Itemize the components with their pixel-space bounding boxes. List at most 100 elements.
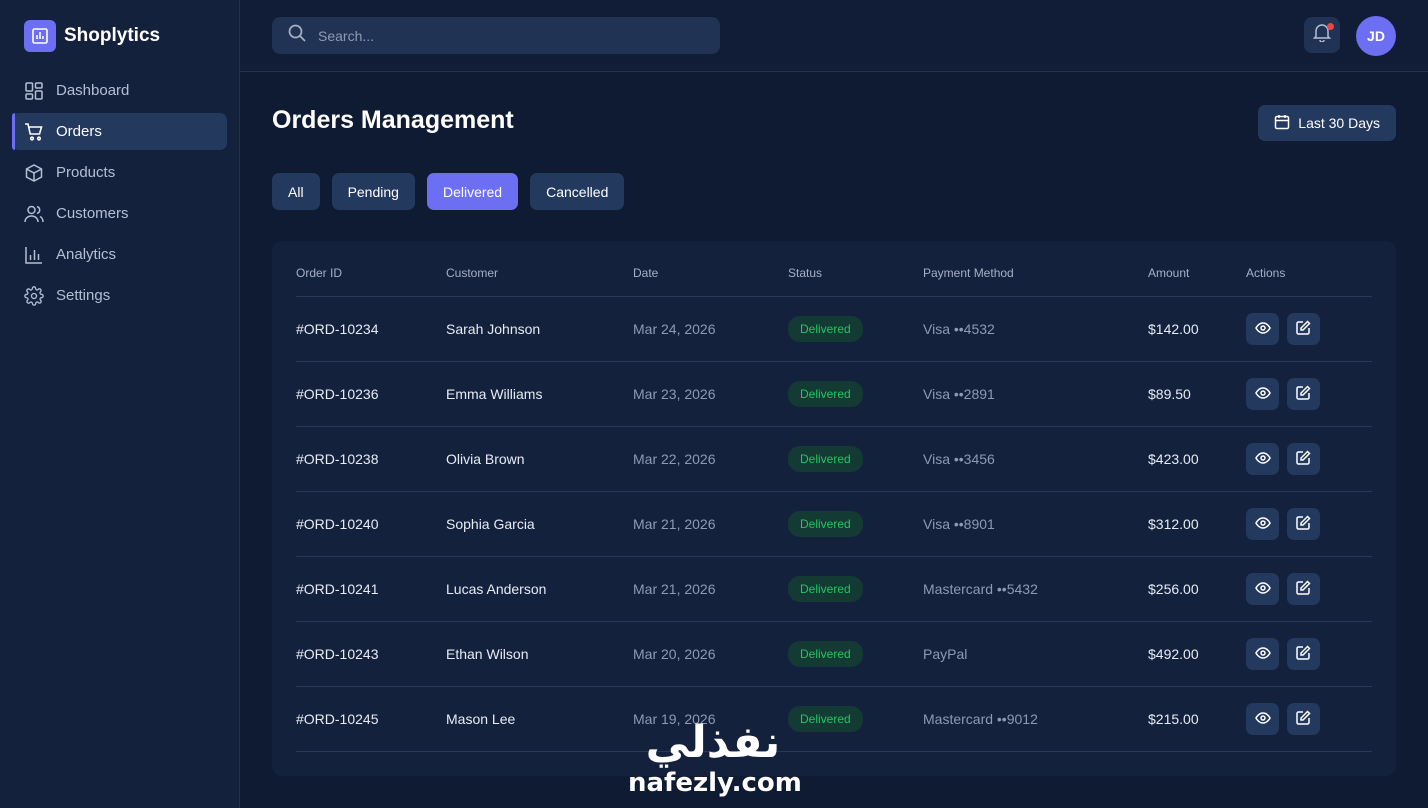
column-header-customer: Customer (446, 251, 633, 297)
table-row[interactable]: #ORD-10240 Sophia Garcia Mar 21, 2026 Deliv… (296, 491, 1372, 557)
column-header-date: Date (633, 251, 788, 297)
view-order-button[interactable] (1246, 637, 1279, 670)
customer-name: Sarah Johnson (446, 296, 633, 362)
avatar[interactable]: JD (1356, 16, 1396, 56)
order-id: #ORD-10240 (296, 491, 446, 557)
brand-name: Shoplytics (64, 25, 161, 46)
order-amount: $256.00 (1148, 556, 1246, 622)
orders-table-card: Order ID Customer Date Status Payment Me… (272, 241, 1396, 776)
order-amount: $423.00 (1148, 426, 1246, 492)
order-id: #ORD-10234 (296, 296, 446, 362)
order-id: #ORD-10243 (296, 621, 446, 687)
order-date: Mar 21, 2026 (633, 491, 788, 557)
sidebar-nav: Dashboard Orders Products Customers Anal… (12, 72, 227, 318)
order-date: Mar 22, 2026 (633, 426, 788, 492)
order-date: Mar 23, 2026 (633, 361, 788, 427)
status-cell: Delivered (788, 621, 923, 687)
table-row[interactable]: #ORD-10236 Emma Williams Mar 23, 2026 Deliv… (296, 361, 1372, 427)
payment-method: Mastercard ••5432 (923, 556, 1148, 622)
sidebar-item-products[interactable]: Products (12, 154, 227, 191)
column-header-status: Status (788, 251, 923, 297)
edit-icon (1296, 644, 1311, 663)
eye-icon (1254, 386, 1271, 402)
notifications-button[interactable] (1304, 17, 1340, 53)
view-order-button[interactable] (1246, 442, 1279, 475)
sidebar-item-customers[interactable]: Customers (12, 195, 227, 232)
view-order-button[interactable] (1246, 572, 1279, 605)
status-badge: Delivered (788, 575, 863, 602)
view-order-button[interactable] (1246, 702, 1279, 735)
customer-name: Olivia Brown (446, 426, 633, 492)
gear-icon (24, 285, 44, 306)
status-cell: Delivered (788, 296, 923, 362)
payment-method: PayPal (923, 621, 1148, 687)
chart-icon (24, 245, 44, 265)
edit-order-button[interactable] (1287, 702, 1320, 735)
actions-cell (1246, 296, 1372, 362)
table-row[interactable]: #ORD-10234 Sarah Johnson Mar 24, 2026 Deliv… (296, 296, 1372, 362)
table-row[interactable]: #ORD-10245 Mason Lee Mar 19, 2026 Delivered… (296, 686, 1372, 752)
column-header-payment: Payment Method (923, 251, 1148, 297)
brand[interactable]: Shoplytics (24, 20, 160, 52)
view-order-button[interactable] (1246, 507, 1279, 540)
eye-icon (1254, 516, 1271, 532)
edit-icon (1296, 579, 1311, 598)
topbar: JD (240, 0, 1428, 72)
status-cell: Delivered (788, 686, 923, 752)
notification-dot (1327, 23, 1334, 30)
order-id: #ORD-10236 (296, 361, 446, 427)
order-amount: $215.00 (1148, 686, 1246, 752)
search-input[interactable] (318, 27, 698, 44)
sidebar-item-orders[interactable]: Orders (12, 113, 227, 150)
view-order-button[interactable] (1246, 312, 1279, 345)
order-id: #ORD-10238 (296, 426, 446, 492)
sidebar-item-dashboard[interactable]: Dashboard (12, 72, 227, 109)
status-badge: Delivered (788, 380, 863, 407)
customer-name: Emma Williams (446, 361, 633, 427)
table-row[interactable]: #ORD-10238 Olivia Brown Mar 22, 2026 Delive… (296, 426, 1372, 492)
status-badge: Delivered (788, 445, 863, 472)
actions-cell (1246, 491, 1372, 557)
filter-all[interactable]: All (272, 173, 320, 210)
sidebar: Shoplytics Dashboard Orders Products Cus… (0, 0, 240, 808)
edit-order-button[interactable] (1287, 442, 1320, 475)
orders-table: Order ID Customer Date Status Payment Me… (296, 251, 1372, 752)
order-date: Mar 24, 2026 (633, 296, 788, 362)
edit-icon (1296, 449, 1311, 468)
sidebar-item-label: Products (56, 164, 116, 181)
customer-name: Ethan Wilson (446, 621, 633, 687)
filter-pending[interactable]: Pending (331, 173, 415, 210)
table-row[interactable]: #ORD-10241 Lucas Anderson Mar 21, 2026 Deli… (296, 556, 1372, 622)
status-badge: Delivered (788, 640, 863, 667)
eye-icon (1254, 711, 1271, 727)
search-box[interactable] (272, 17, 720, 54)
payment-method: Visa ••8901 (923, 491, 1148, 557)
sidebar-item-settings[interactable]: Settings (12, 277, 227, 314)
actions-cell (1246, 621, 1372, 687)
filter-delivered[interactable]: Delivered (426, 173, 519, 210)
edit-order-button[interactable] (1287, 507, 1320, 540)
sidebar-item-label: Customers (56, 205, 129, 222)
payment-method: Mastercard ••9012 (923, 686, 1148, 752)
view-order-button[interactable] (1246, 377, 1279, 410)
edit-icon (1296, 709, 1311, 728)
watermark-logo: نفذلي nafezly.com (628, 718, 802, 808)
edit-order-button[interactable] (1287, 637, 1320, 670)
order-id: #ORD-10241 (296, 556, 446, 622)
sidebar-item-label: Analytics (56, 246, 117, 263)
edit-order-button[interactable] (1287, 572, 1320, 605)
order-amount: $142.00 (1148, 296, 1246, 362)
eye-icon (1254, 451, 1271, 467)
sidebar-item-analytics[interactable]: Analytics (12, 236, 227, 273)
filter-cancelled[interactable]: Cancelled (530, 173, 625, 210)
edit-order-button[interactable] (1287, 312, 1320, 345)
table-row[interactable]: #ORD-10243 Ethan Wilson Mar 20, 2026 Delive… (296, 621, 1372, 687)
payment-method: Visa ••3456 (923, 426, 1148, 492)
date-range-button[interactable]: Last 30 Days (1258, 105, 1396, 141)
order-amount: $492.00 (1148, 621, 1246, 687)
edit-order-button[interactable] (1287, 377, 1320, 410)
column-header-amount: Amount (1148, 251, 1246, 297)
order-amount: $312.00 (1148, 491, 1246, 557)
watermark-latin: nafezly.com (628, 768, 802, 798)
cart-icon (24, 122, 44, 142)
